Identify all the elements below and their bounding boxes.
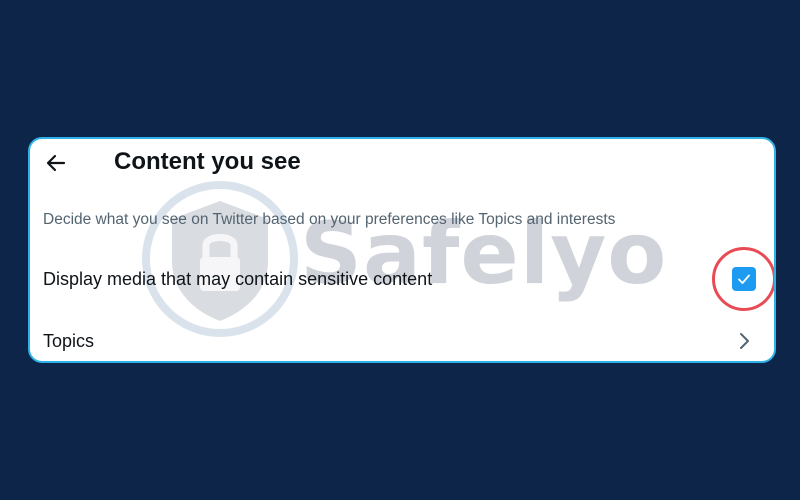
watermark: Safelyo [110,169,750,337]
settings-card: Safelyo Content you see Decide what you … [28,137,776,363]
arrow-left-icon [46,154,66,172]
topics-label: Topics [43,330,95,351]
checkmark-icon [738,274,750,284]
sensitive-media-setting[interactable]: Display media that may contain sensitive… [30,259,774,299]
topics-setting[interactable]: Topics [30,323,774,359]
sensitive-media-label: Display media that may contain sensitive… [43,268,433,289]
back-button[interactable] [40,147,72,179]
chevron-right-icon [736,331,754,351]
sensitive-media-checkbox[interactable] [732,267,756,291]
page-description: Decide what you see on Twitter based on … [43,211,616,228]
page-title: Content you see [114,148,301,175]
screen: Safelyo Content you see Decide what you … [0,0,800,500]
header: Content you see [30,139,774,189]
